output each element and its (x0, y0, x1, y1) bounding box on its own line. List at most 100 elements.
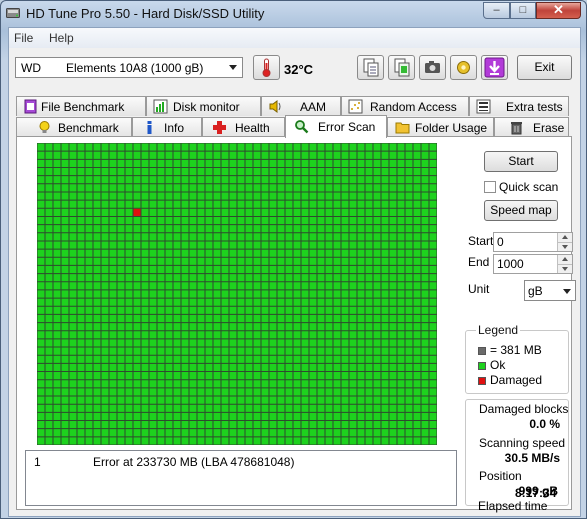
unit-label: Unit (468, 282, 490, 296)
health-cross-icon (213, 121, 226, 134)
log-message: Error at 233730 MB (LBA 478681048) (93, 455, 295, 469)
thermometer-icon (262, 58, 271, 77)
start-label: Start (468, 234, 494, 248)
tab-info[interactable]: Info (132, 117, 202, 137)
start-value: 0 (497, 235, 504, 249)
menu-bar: File Help (9, 28, 580, 48)
tab-label: File Benchmark (41, 100, 125, 114)
drive-brand: WD (21, 61, 41, 75)
tab-disk-monitor[interactable]: Disk monitor (146, 96, 261, 116)
maximize-button[interactable]: □ (510, 2, 536, 19)
scan-block-map-svg (37, 143, 437, 445)
tab-label: Benchmark (58, 121, 119, 135)
tab-label: Erase (533, 121, 565, 135)
unit-value: gB (528, 284, 543, 298)
copy-text-button[interactable] (357, 55, 384, 80)
camera-icon (425, 61, 440, 73)
tab-aam[interactable]: AAM (261, 96, 341, 116)
minimize-button[interactable]: – (483, 2, 510, 19)
end-label: End (468, 255, 490, 269)
tab-extra-tests[interactable]: Extra tests (469, 96, 569, 116)
tab-benchmark[interactable]: Benchmark (16, 117, 132, 137)
quick-scan-checkbox[interactable] (484, 181, 496, 193)
tab-health[interactable]: Health (202, 117, 285, 137)
menu-help[interactable]: Help (49, 31, 74, 45)
spin-down-icon[interactable] (557, 264, 572, 273)
app-window: HD Tune Pro 5.50 - Hard Disk/SSD Utility… (0, 0, 587, 519)
unit-select[interactable]: gB (524, 280, 576, 301)
legend-box: Legend = 381 MB Ok Damaged (465, 323, 569, 394)
exit-button[interactable]: Exit (517, 55, 572, 80)
spin-up-icon[interactable] (557, 255, 572, 264)
scanning-speed-label: Scanning speed (479, 436, 566, 450)
legend-ok: Ok (490, 358, 506, 372)
log-index: 1 (34, 455, 41, 469)
legend-block-size: = 381 MB (490, 343, 542, 357)
speaker-icon (269, 100, 281, 113)
position-label: Position (479, 469, 522, 483)
copy-info-button[interactable] (388, 55, 415, 80)
spin-up-icon[interactable] (557, 233, 572, 242)
disk-monitor-icon (153, 99, 168, 114)
save-button[interactable] (481, 55, 508, 80)
copy-text-icon (363, 58, 379, 77)
file-benchmark-icon (24, 99, 37, 114)
tab-label: AAM (300, 100, 327, 114)
wrench-icon (457, 61, 470, 74)
info-icon (147, 121, 152, 134)
tab-label: Extra tests (506, 100, 563, 114)
tab-folder-usage[interactable]: Folder Usage (387, 117, 494, 137)
tab-label: Health (235, 121, 270, 135)
tab-label: Random Access (370, 100, 457, 114)
download-arrow-icon (484, 57, 505, 78)
error-scan-panel: 1 Error at 233730 MB (LBA 478681048) Sta… (16, 136, 576, 513)
spin-down-icon[interactable] (557, 242, 572, 251)
copy-info-icon (394, 58, 410, 77)
temperature-readout: 32°C (284, 62, 314, 77)
menu-file[interactable]: File (14, 31, 33, 45)
hdtune-app-icon (6, 8, 20, 18)
tab-random-access[interactable]: Random Access (341, 96, 469, 116)
end-value: 1000 (497, 257, 524, 271)
scan-block-map (37, 143, 437, 445)
damaged-block (133, 208, 141, 216)
legend-title: Legend (476, 323, 521, 337)
elapsed-time-label: Elapsed time (478, 499, 548, 513)
tab-label: Disk monitor (173, 100, 240, 114)
log-row[interactable]: 1 Error at 233730 MB (LBA 478681048) (34, 455, 454, 469)
tab-label: Folder Usage (415, 121, 488, 135)
title-bar[interactable]: HD Tune Pro 5.50 - Hard Disk/SSD Utility… (1, 1, 586, 27)
block-swatch (478, 347, 486, 355)
damaged-blocks-value: 0.0 % (529, 417, 560, 431)
elapsed-time-value: 8:17:34 (515, 486, 557, 500)
tab-erase[interactable]: Erase (494, 117, 569, 137)
temperature-button[interactable] (253, 55, 280, 80)
ok-swatch (478, 362, 486, 370)
end-spinbox[interactable]: 1000 (493, 254, 573, 274)
damaged-blocks-label: Damaged blocks (479, 402, 569, 416)
random-access-icon (348, 99, 363, 114)
chevron-down-icon (229, 65, 237, 70)
speed-map-button[interactable]: Speed map (484, 200, 558, 221)
start-scan-button[interactable]: Start (484, 151, 558, 172)
chevron-down-icon (563, 289, 571, 294)
extra-tests-icon (476, 99, 491, 114)
drive-model: Elements 10A8 (1000 gB) (66, 61, 204, 75)
tab-error-scan[interactable]: Error Scan (285, 115, 387, 138)
error-log-list[interactable]: 1 Error at 233730 MB (LBA 478681048) (25, 450, 457, 506)
damaged-swatch (478, 377, 486, 385)
options-button[interactable] (450, 55, 477, 80)
tab-file-benchmark[interactable]: File Benchmark (16, 96, 146, 116)
quick-scan-label: Quick scan (499, 180, 559, 194)
start-spinbox[interactable]: 0 (493, 232, 573, 252)
trash-icon (511, 122, 522, 135)
close-button[interactable]: ✕ (536, 2, 581, 19)
screenshot-button[interactable] (419, 55, 446, 80)
magnifier-icon (295, 120, 309, 134)
legend-damaged: Damaged (490, 373, 543, 387)
drive-select[interactable]: WD Elements 10A8 (1000 gB) (15, 57, 243, 78)
client-area: File Help WD Elements 10A8 (1000 gB) 32°… (8, 27, 581, 517)
folder-icon (395, 122, 410, 134)
bulb-icon (39, 121, 50, 133)
window-title: HD Tune Pro 5.50 - Hard Disk/SSD Utility (26, 6, 265, 21)
